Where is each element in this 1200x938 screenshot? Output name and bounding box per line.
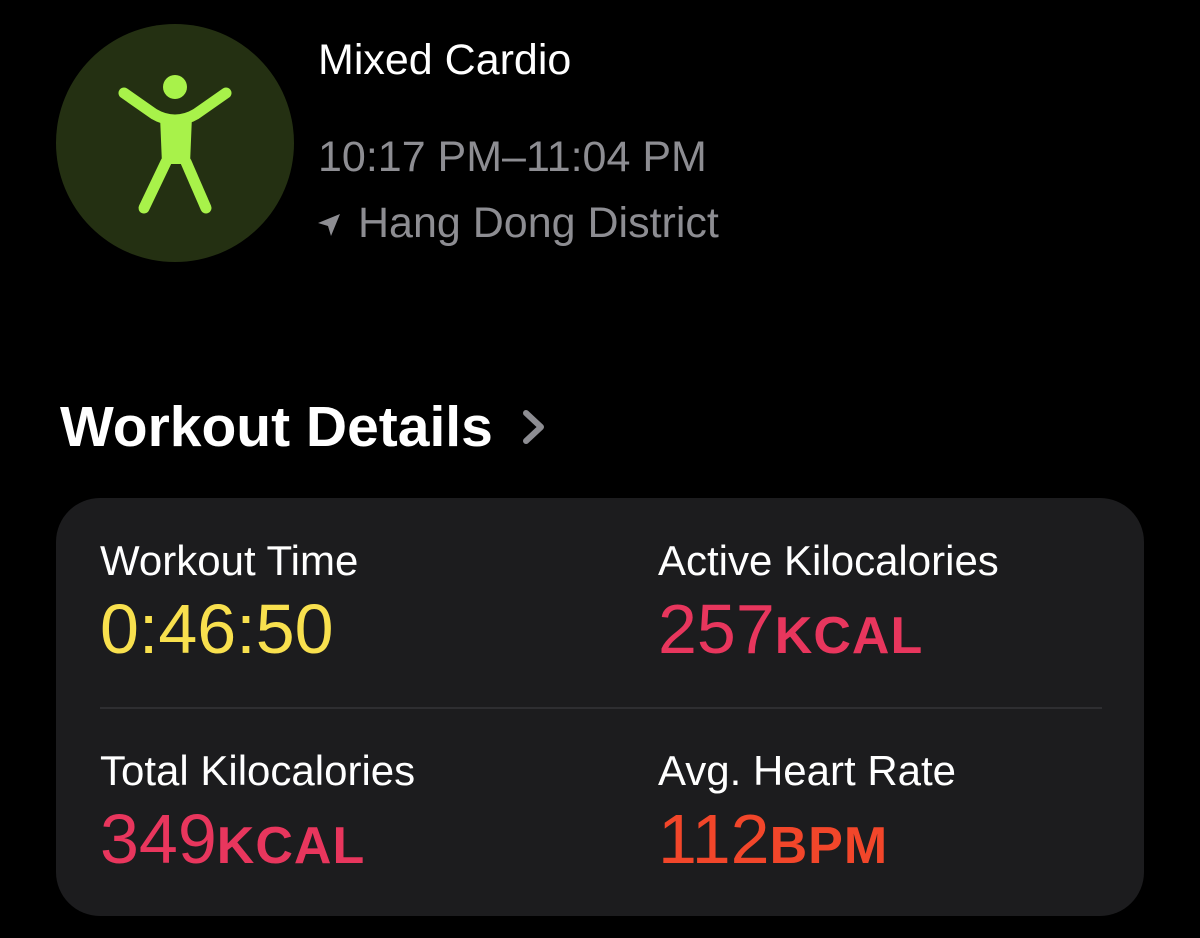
figure-jumping-jacks-icon — [118, 75, 232, 214]
metric-value: 257KCAL — [658, 592, 999, 686]
workout-details-link[interactable]: Workout Details — [60, 392, 549, 462]
metric-value: 112BPM — [658, 802, 956, 896]
metric-unit: KCAL — [774, 607, 924, 665]
chevron-right-icon — [522, 410, 544, 444]
metric-number: 257 — [658, 590, 775, 668]
workout-title: Mixed Cardio — [318, 36, 572, 84]
metric-label: Workout Time — [100, 537, 359, 584]
metric-value: 349KCAL — [100, 802, 415, 896]
workout-summary-header: Mixed Cardio 10:17 PM–11:04 PM Hang Dong… — [0, 0, 1200, 300]
workout-details-card: Workout Time 0:46:50 Active Kilocalories… — [56, 498, 1144, 916]
location-arrow-icon — [318, 214, 340, 236]
workout-location: Hang Dong District — [316, 197, 719, 249]
metric-number: 0:46:50 — [100, 590, 334, 668]
metric-unit: BPM — [769, 817, 889, 875]
metric-avg-heart-rate: Avg. Heart Rate 112BPM — [658, 746, 956, 896]
section-title: Workout Details — [60, 395, 493, 459]
metric-label: Total Kilocalories — [100, 747, 416, 794]
activity-badge — [56, 24, 294, 262]
metric-value: 0:46:50 — [100, 592, 358, 686]
metric-number: 112 — [658, 800, 770, 878]
workout-time-range: 10:17 PM–11:04 PM — [318, 133, 707, 181]
metric-unit: KCAL — [216, 817, 366, 875]
metric-total-kilocalories: Total Kilocalories 349KCAL — [100, 746, 415, 896]
location-label: Hang Dong District — [358, 199, 719, 247]
metric-label: Active Kilocalories — [658, 537, 999, 584]
metric-workout-time: Workout Time 0:46:50 — [100, 536, 358, 686]
metric-label: Avg. Heart Rate — [658, 747, 957, 794]
divider — [100, 707, 1102, 709]
metric-number: 349 — [100, 800, 217, 878]
metric-active-kilocalories: Active Kilocalories 257KCAL — [658, 536, 999, 686]
